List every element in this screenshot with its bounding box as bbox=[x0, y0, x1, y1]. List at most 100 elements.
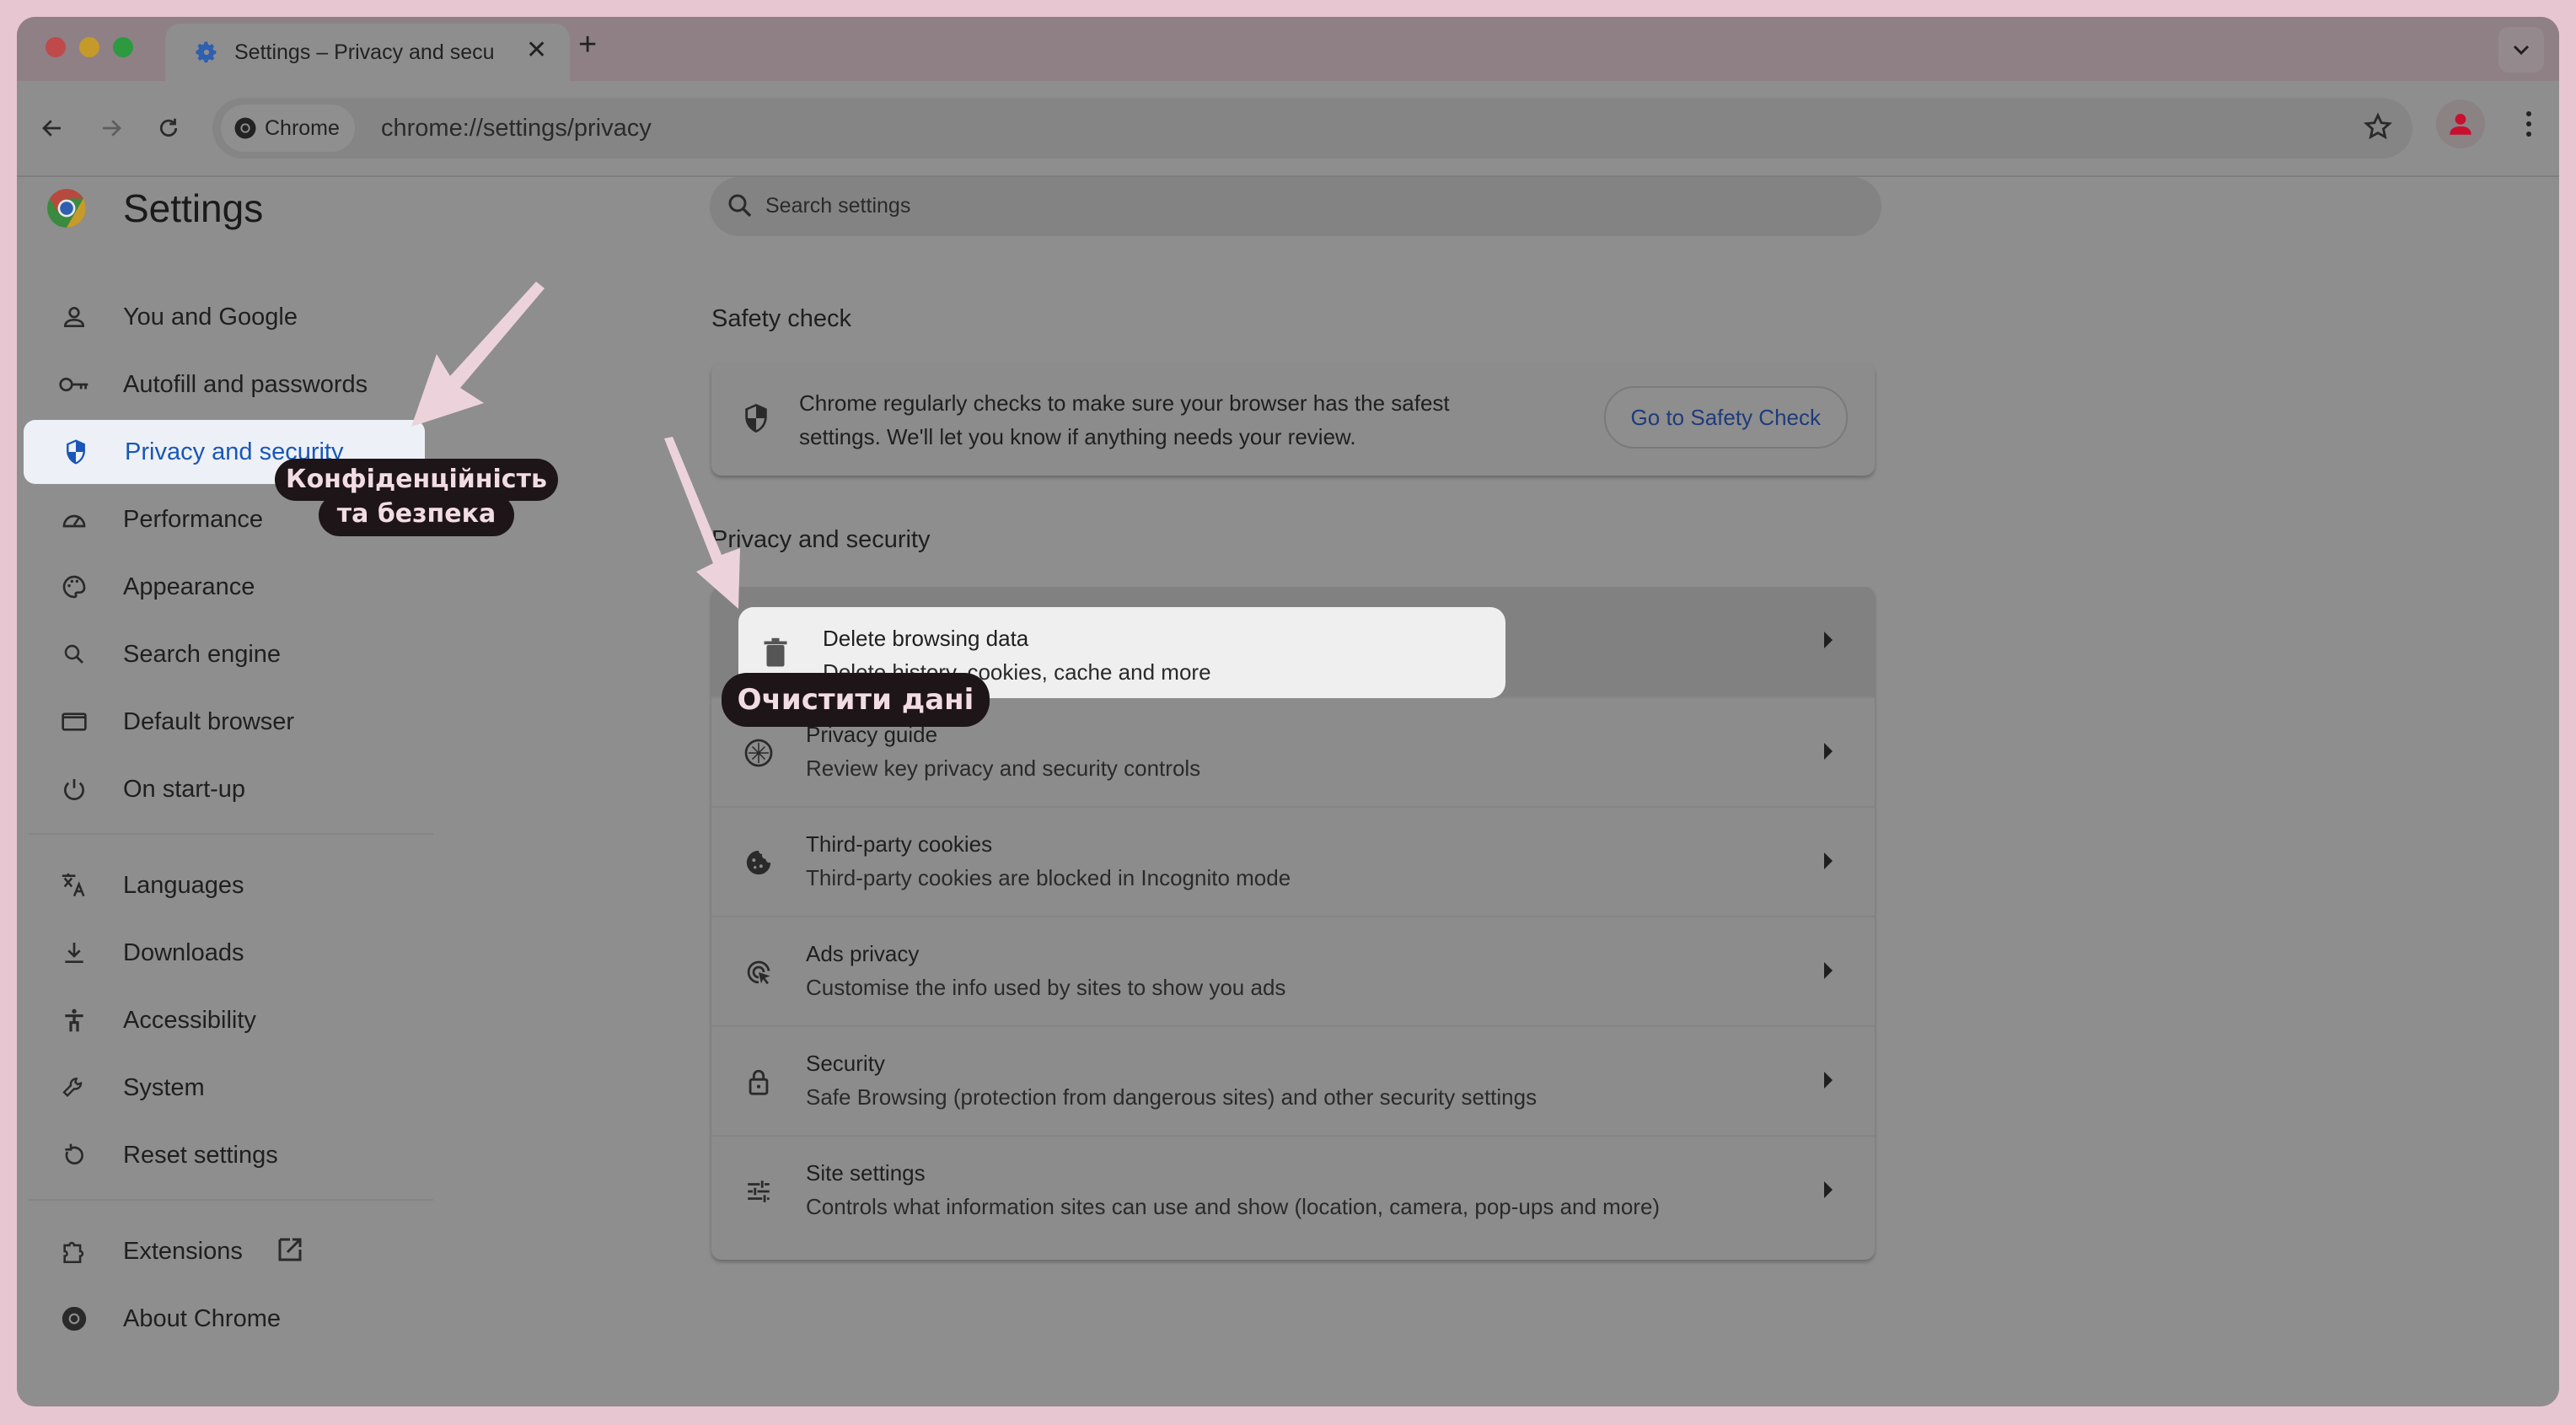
sidebar-item-label: Reset settings bbox=[123, 1141, 278, 1169]
site-info-chip[interactable]: Chrome bbox=[221, 105, 355, 152]
cookie-icon bbox=[742, 846, 775, 879]
sidebar-item-about-chrome[interactable]: About Chrome bbox=[22, 1287, 427, 1351]
row-title: Delete browsing data bbox=[823, 626, 1029, 651]
sidebar-item-reset-settings[interactable]: Reset settings bbox=[22, 1123, 427, 1187]
privacy-row-third-party-cookies[interactable]: Third-party cookies Third-party cookies a… bbox=[711, 806, 1875, 917]
safety-check-heading: Safety check bbox=[711, 305, 852, 332]
sidebar-item-label: Accessibility bbox=[123, 1006, 256, 1034]
row-subtitle: Third-party cookies are blocked in Incog… bbox=[806, 865, 1291, 890]
tab-strip: Settings – Privacy and security ✕ + bbox=[17, 17, 2559, 81]
bookmark-button[interactable] bbox=[2362, 111, 2394, 148]
arrow-right-icon bbox=[1824, 743, 1833, 760]
site-chip-label: Chrome bbox=[265, 116, 340, 140]
arrow-right-icon bbox=[1824, 632, 1833, 648]
puzzle-icon bbox=[57, 1234, 91, 1268]
sidebar-item-label: Autofill and passwords bbox=[123, 370, 368, 398]
sidebar-item-extensions[interactable]: Extensions bbox=[22, 1219, 427, 1283]
sidebar-item-accessibility[interactable]: Accessibility bbox=[22, 988, 427, 1052]
profile-button[interactable] bbox=[2436, 99, 2485, 148]
sidebar-item-label: Default browser bbox=[123, 707, 295, 735]
sidebar-divider bbox=[29, 1199, 433, 1201]
sidebar-item-label: Search engine bbox=[123, 640, 282, 668]
sidebar-item-label: On start-up bbox=[123, 775, 246, 803]
tab-title: Settings – Privacy and security bbox=[234, 40, 496, 64]
search-icon bbox=[728, 194, 752, 218]
privacy-row-ads-privacy[interactable]: Ads privacy Customise the info used by si… bbox=[711, 916, 1875, 1027]
reload-button[interactable] bbox=[145, 105, 192, 152]
more-vert-icon bbox=[2526, 111, 2531, 137]
translate-icon bbox=[57, 868, 91, 902]
key-icon bbox=[57, 368, 91, 401]
safety-check-card: Chrome regularly checks to make sure you… bbox=[711, 363, 1875, 476]
row-title: Security bbox=[806, 1051, 885, 1076]
tab-settings[interactable]: Settings – Privacy and security ✕ bbox=[165, 24, 570, 81]
privacy-row-security[interactable]: Security Safe Browsing (protection from d… bbox=[711, 1025, 1875, 1137]
row-subtitle: Controls what information sites can use … bbox=[806, 1194, 1661, 1219]
search-settings-input[interactable]: Search settings bbox=[710, 177, 1881, 236]
sidebar-item-downloads[interactable]: Downloads bbox=[22, 921, 427, 985]
sidebar-item-label: System bbox=[123, 1073, 205, 1101]
chevron-down-icon bbox=[2513, 45, 2530, 56]
safety-check-description: Chrome regularly checks to make sure you… bbox=[799, 390, 1450, 449]
sidebar-item-you-and-google[interactable]: You and Google bbox=[22, 285, 427, 349]
download-icon bbox=[57, 936, 91, 970]
sidebar-divider bbox=[29, 833, 433, 835]
tab-search-button[interactable] bbox=[2498, 27, 2544, 73]
arrow-right-icon bbox=[1824, 1072, 1833, 1089]
address-bar[interactable]: Chrome chrome://settings/privacy bbox=[212, 98, 2412, 159]
sidebar-item-search-engine[interactable]: Search engine bbox=[22, 622, 427, 686]
row-title: Third-party cookies bbox=[806, 831, 993, 857]
sidebar-item-label: About Chrome bbox=[123, 1304, 281, 1332]
wrench-icon bbox=[57, 1071, 91, 1105]
sidebar-item-autofill-and-passwords[interactable]: Autofill and passwords bbox=[22, 352, 427, 417]
maximize-window-button[interactable] bbox=[113, 37, 133, 57]
sidebar-item-label: Extensions bbox=[123, 1237, 243, 1265]
close-window-button[interactable] bbox=[46, 37, 66, 57]
page-title: Settings bbox=[123, 186, 264, 230]
speedometer-icon bbox=[57, 503, 91, 536]
sidebar-item-system[interactable]: System bbox=[22, 1056, 427, 1120]
toolbar: Chrome chrome://settings/privacy bbox=[17, 81, 2559, 177]
privacy-section-heading: Privacy and security bbox=[711, 526, 931, 553]
privacy-row-site-settings[interactable]: Site settings Controls what information s… bbox=[711, 1135, 1875, 1246]
browser-window-icon bbox=[57, 705, 91, 739]
chrome-icon bbox=[57, 1302, 91, 1336]
sliders-icon bbox=[742, 1175, 775, 1208]
chrome-icon bbox=[234, 117, 256, 139]
arrow-right-icon bbox=[1824, 1181, 1833, 1198]
power-icon bbox=[57, 772, 91, 806]
arrow-right-icon bbox=[1824, 962, 1833, 979]
new-tab-button[interactable]: + bbox=[578, 29, 597, 61]
sidebar-item-label: You and Google bbox=[123, 303, 298, 331]
trash-icon bbox=[764, 637, 787, 667]
row-title: Site settings bbox=[806, 1160, 926, 1186]
sidebar-item-label: Appearance bbox=[123, 573, 255, 600]
sidebar-item-label: Performance bbox=[123, 505, 264, 533]
sidebar-item-on-start-up[interactable]: On start-up bbox=[22, 757, 427, 821]
close-tab-icon[interactable]: ✕ bbox=[526, 35, 547, 65]
chrome-logo bbox=[47, 189, 86, 228]
sidebar-item-default-browser[interactable]: Default browser bbox=[22, 690, 427, 754]
compass-icon bbox=[742, 736, 775, 770]
gear-icon bbox=[196, 41, 217, 63]
sidebar-item-appearance[interactable]: Appearance bbox=[22, 555, 427, 619]
person-icon bbox=[57, 300, 91, 334]
go-to-safety-check-button[interactable]: Go to Safety Check bbox=[1603, 386, 1848, 449]
row-subtitle: Review key privacy and security controls bbox=[806, 756, 1201, 781]
row-subtitle: Safe Browsing (protection from dangerous… bbox=[806, 1084, 1538, 1110]
forward-button[interactable] bbox=[88, 105, 135, 152]
palette-icon bbox=[57, 570, 91, 604]
shield-half-icon bbox=[745, 404, 767, 433]
callout-privacy-line2: та безпека bbox=[319, 494, 514, 536]
minimize-window-button[interactable] bbox=[79, 37, 99, 57]
back-button[interactable] bbox=[29, 105, 76, 152]
avatar-icon bbox=[2450, 113, 2471, 135]
sidebar-item-label: Languages bbox=[123, 871, 244, 899]
search-icon bbox=[57, 637, 91, 671]
url-text[interactable]: chrome://settings/privacy bbox=[381, 115, 652, 142]
sidebar-item-languages[interactable]: Languages bbox=[22, 853, 427, 917]
reload-icon bbox=[159, 118, 178, 137]
star-icon bbox=[2364, 112, 2392, 140]
sidebar-item-label: Downloads bbox=[123, 938, 244, 966]
chrome-menu-button[interactable] bbox=[2512, 99, 2546, 148]
